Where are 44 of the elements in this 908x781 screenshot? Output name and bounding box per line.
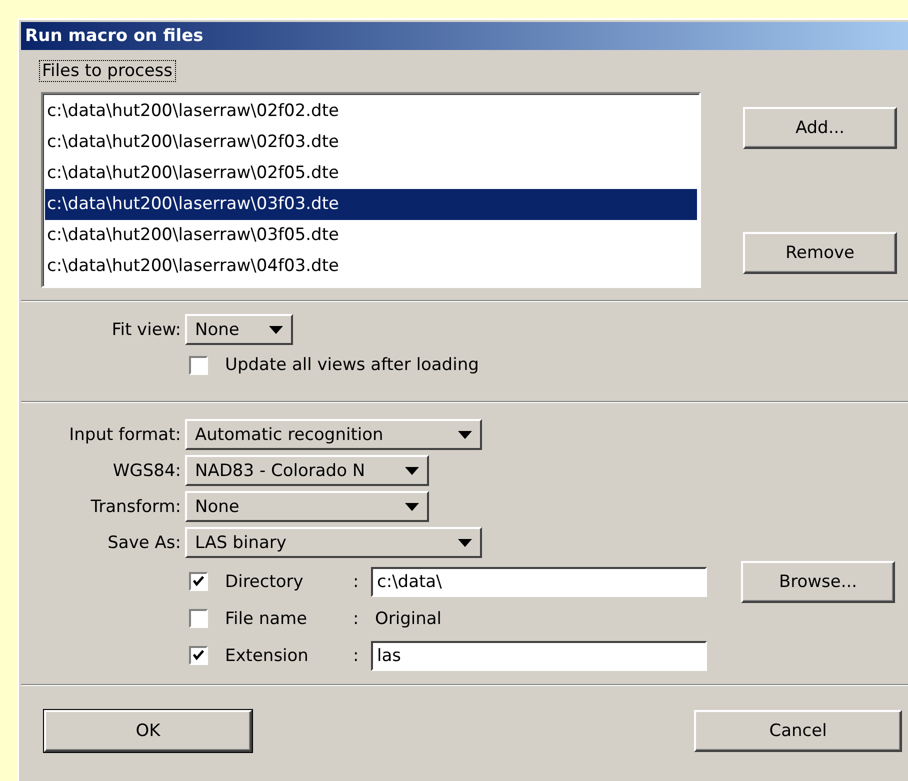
checkbox-label: Extension	[225, 646, 310, 666]
dropdown[interactable]: NAD83 - Colorado N	[185, 455, 429, 486]
list-item[interactable]: c:\data\hut200\laserraw\02f03.dte	[45, 127, 697, 158]
checkbox-label: Directory	[225, 572, 304, 592]
field-label: Transform:	[90, 496, 182, 516]
input-field[interactable]: c:\data\	[371, 566, 707, 596]
separator-text: :	[353, 572, 360, 592]
field-label: Fit view:	[110, 320, 182, 340]
separator-text: :	[353, 608, 360, 628]
browse-button[interactable]: Browse...	[741, 560, 895, 602]
field-label: Save As:	[106, 532, 182, 552]
checkbox[interactable]	[189, 356, 208, 374]
checkbox-label: File name	[225, 608, 308, 628]
dropdown-arrow-icon	[405, 466, 419, 474]
checkbox[interactable]	[189, 572, 208, 591]
list-item[interactable]: c:\data\hut200\laserraw\03f03.dte	[45, 189, 697, 220]
check-mark-icon	[192, 575, 205, 588]
group-label: Files to process	[39, 60, 176, 82]
list-item[interactable]: c:\data\hut200\laserraw\03f05.dte	[45, 220, 697, 251]
dropdown[interactable]: Automatic recognition	[185, 419, 482, 450]
field-label: Input format:	[68, 424, 182, 444]
dropdown[interactable]: LAS binary	[185, 527, 482, 558]
input-field[interactable]: las	[371, 640, 707, 670]
dropdown-arrow-icon	[458, 430, 472, 438]
checkbox[interactable]	[189, 609, 208, 628]
window-title: Run macro on files	[21, 22, 908, 50]
list-item[interactable]: c:\data\hut200\laserraw\02f02.dte	[45, 96, 697, 127]
field-label: WGS84:	[112, 460, 182, 480]
list-item[interactable]: c:\data\hut200\laserraw\02f05.dte	[45, 158, 697, 189]
button[interactable]: Remove	[743, 232, 897, 274]
separator-text: :	[353, 646, 360, 666]
dropdown-arrow-icon	[458, 538, 472, 546]
checkbox[interactable]	[189, 646, 208, 665]
dropdown-arrow-icon	[269, 326, 283, 334]
dropdown[interactable]: None	[185, 491, 429, 522]
check-mark-icon	[192, 649, 205, 662]
value-text: Original	[374, 608, 442, 628]
button[interactable]: OK	[44, 710, 252, 752]
button[interactable]: Cancel	[694, 710, 902, 752]
dropdown-arrow-icon	[405, 502, 419, 510]
checkbox-label: Update all views after loading	[225, 355, 479, 375]
list-item[interactable]: c:\data\hut200\laserraw\04f03.dte	[45, 251, 697, 282]
button[interactable]: Add...	[743, 107, 897, 149]
dropdown[interactable]: None	[185, 314, 293, 345]
